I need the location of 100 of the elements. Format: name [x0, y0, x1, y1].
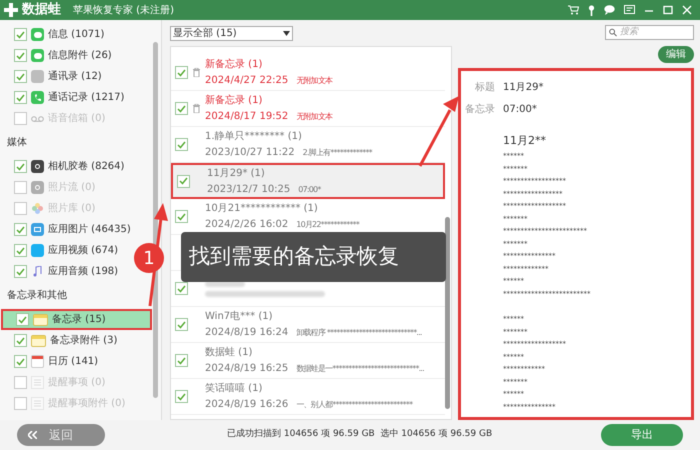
category-label: 照片库 (0)	[48, 202, 96, 216]
list-icon	[31, 397, 44, 410]
note-row[interactable]: 数据蛙 (1) 2024/8/19 16:25 数据蛙是一***************************...	[171, 343, 445, 379]
note-date: 2023/12/7 10:25	[207, 182, 290, 196]
category-label: 相机胶卷 (8264)	[48, 160, 124, 174]
category-label: 语音信箱 (0)	[48, 112, 106, 126]
note-preview: 无附加文本	[296, 75, 332, 87]
checkbox[interactable]	[175, 318, 188, 331]
category-label: 通话记录 (1217)	[48, 90, 124, 105]
checkbox[interactable]	[175, 282, 188, 295]
note-icon	[31, 334, 46, 346]
checkbox[interactable]	[175, 138, 188, 151]
checkbox[interactable]	[175, 102, 188, 115]
note-row[interactable]: Win7电*** (1) 2024/8/19 16:24 卸载程序 ****************************...	[171, 307, 445, 343]
category-item[interactable]: 信息附件 (26)	[14, 45, 112, 66]
phone-icon	[31, 91, 44, 104]
back-button[interactable]: 返回	[17, 424, 105, 446]
checkbox[interactable]	[14, 49, 27, 62]
close-icon[interactable]	[682, 5, 692, 15]
checkbox[interactable]	[14, 265, 27, 278]
category-item[interactable]: 应用音频 (198)	[14, 261, 118, 282]
category-item[interactable]: 备忘录 (15)	[1, 309, 152, 330]
checkbox[interactable]	[175, 210, 188, 223]
note-preview: 一、别人都*************************	[296, 399, 412, 411]
feedback-icon[interactable]	[624, 4, 635, 16]
search-input[interactable]: 搜索	[620, 26, 690, 40]
section-heading: 备忘录和其他	[6, 288, 68, 303]
category-item[interactable]: 应用视频 (674)	[14, 240, 118, 261]
note-row[interactable]: 笑话嘻嘻 (1) 2024/8/19 16:26 一、别人都*************************	[171, 379, 445, 415]
status-text: 已成功扫描到 104656 项 96.59 GB 选中 104656 项 96.59 GB	[227, 428, 492, 442]
category-label: 照片流 (0)	[48, 180, 96, 195]
voicemail-icon	[31, 114, 44, 122]
double-chevron-icon	[28, 431, 37, 439]
category-label: 应用音频 (198)	[48, 264, 118, 279]
checkbox[interactable]	[14, 244, 27, 257]
category-item[interactable]: 应用图片 (46435)	[14, 219, 131, 240]
checkbox[interactable]	[14, 70, 27, 83]
search-field[interactable]: 搜索	[605, 24, 694, 40]
note-title: 新备忘录 (1)	[205, 94, 264, 108]
note-date: 2024/8/17 19:52	[205, 110, 288, 124]
edit-button[interactable]: 编辑	[658, 46, 694, 63]
image-icon	[31, 223, 44, 236]
checkbox[interactable]	[175, 354, 188, 367]
filter-dropdown[interactable]: 显示全部 (15)	[170, 26, 293, 40]
field-value: 11月29*	[503, 81, 544, 95]
category-label: 应用图片 (46435)	[48, 222, 131, 237]
category-item[interactable]: 相机胶卷 (8264)	[14, 156, 124, 177]
category-item[interactable]: 信息 (1071)	[14, 24, 104, 45]
category-item[interactable]: 备忘录附件 (3)	[14, 330, 118, 351]
scrollbar[interactable]	[445, 217, 450, 409]
note-title: 10月21************ (1)	[205, 202, 319, 216]
note-row[interactable]: 新备忘录 (1) 2024/4/27 22:25 无附加文本	[171, 55, 445, 91]
note-preview: 数据蛙是一***************************...	[296, 363, 424, 375]
note-icon	[33, 314, 48, 326]
note-date: 2024/2/26 16:02	[205, 218, 288, 232]
checkbox[interactable]	[14, 223, 27, 236]
category-label: 通讯录 (12)	[48, 70, 102, 84]
note-row[interactable]: 11月29* (1) 2023/12/7 10:25 07:00*	[171, 163, 445, 199]
maximize-icon[interactable]	[663, 5, 673, 15]
checkbox[interactable]	[177, 174, 190, 188]
category-item[interactable]: 通话记录 (1217)	[14, 87, 124, 108]
checkbox[interactable]	[175, 66, 188, 79]
chat-icon[interactable]	[604, 5, 615, 15]
trash-icon	[193, 68, 200, 77]
checkbox[interactable]	[16, 313, 29, 326]
export-button[interactable]: 导出	[601, 424, 683, 446]
category-label: 备忘录 (15)	[52, 312, 106, 327]
note-date: 2024/4/27 22:25	[205, 74, 288, 88]
scrollbar[interactable]	[153, 42, 158, 398]
dropdown-caret-icon	[283, 30, 290, 36]
field-label: 标题	[474, 80, 496, 95]
note-title: 新备忘录 (1)	[205, 58, 264, 72]
category-label: 备忘录附件 (3)	[50, 334, 118, 348]
checkbox[interactable]	[14, 160, 27, 173]
note-row[interactable]: 新备忘录 (1) 2024/8/17 19:52 无附加文本	[171, 91, 445, 127]
checkbox[interactable]	[175, 390, 188, 403]
checkbox[interactable]	[14, 334, 27, 347]
trash-icon	[193, 104, 200, 113]
camera-icon	[31, 160, 44, 173]
category-label: 日历 (141)	[48, 355, 98, 369]
note-preview: 2.脚上有*************	[302, 147, 372, 159]
cross-logo-icon	[4, 3, 18, 17]
cart-icon[interactable]	[568, 5, 579, 15]
category-item[interactable]: 日历 (141)	[14, 351, 98, 372]
checkbox[interactable]	[14, 91, 27, 104]
calendar-icon	[31, 355, 44, 368]
note-title: Win7电*** (1)	[205, 310, 274, 324]
note-title: 11月29* (1)	[207, 166, 266, 180]
music-note-icon	[31, 265, 44, 278]
section-heading: 媒体	[6, 136, 28, 150]
checkbox[interactable]	[14, 28, 27, 41]
checkbox[interactable]	[14, 355, 27, 368]
note-date: 2024/8/19 16:25	[205, 362, 288, 376]
category-item[interactable]: 通讯录 (12)	[14, 66, 102, 87]
window-title: 苹果恢复专家 (未注册)	[73, 4, 174, 18]
key-icon[interactable]	[588, 4, 595, 16]
note-preview: 卸载程序 ****************************...	[296, 327, 422, 339]
flower-icon	[31, 202, 44, 215]
note-date: 2023/10/27 11:22	[205, 146, 295, 160]
category-label: 信息 (1071)	[48, 28, 104, 42]
